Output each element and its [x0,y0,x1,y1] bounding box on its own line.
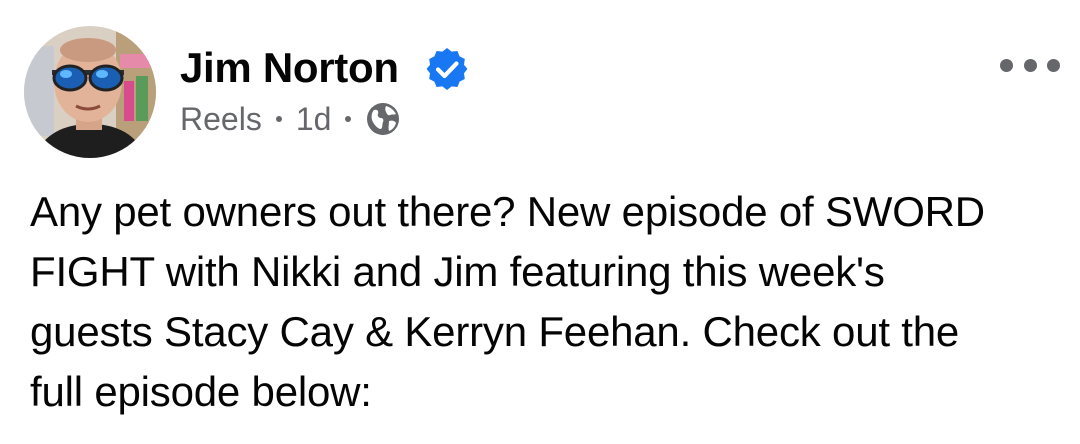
avatar-photo [24,26,156,158]
post-timestamp[interactable]: 1d [296,101,332,138]
more-dot [1023,58,1037,72]
author-avatar[interactable] [24,26,156,158]
more-dot [1000,58,1013,72]
verified-badge-icon [426,48,468,90]
post-text: Any pet owners out there? New episode of… [30,188,985,415]
globe-icon[interactable] [365,101,401,137]
meta-separator [275,116,282,122]
author-name[interactable]: Jim Norton [180,44,399,92]
more-options-button[interactable] [1000,48,1060,82]
post-source[interactable]: Reels [180,101,262,138]
meta-separator [345,116,352,122]
post-meta: Reels 1d [180,98,401,140]
facebook-post: Jim Norton Reels 1d Any pet owners out t… [0,0,1080,444]
more-dot [1047,58,1060,72]
